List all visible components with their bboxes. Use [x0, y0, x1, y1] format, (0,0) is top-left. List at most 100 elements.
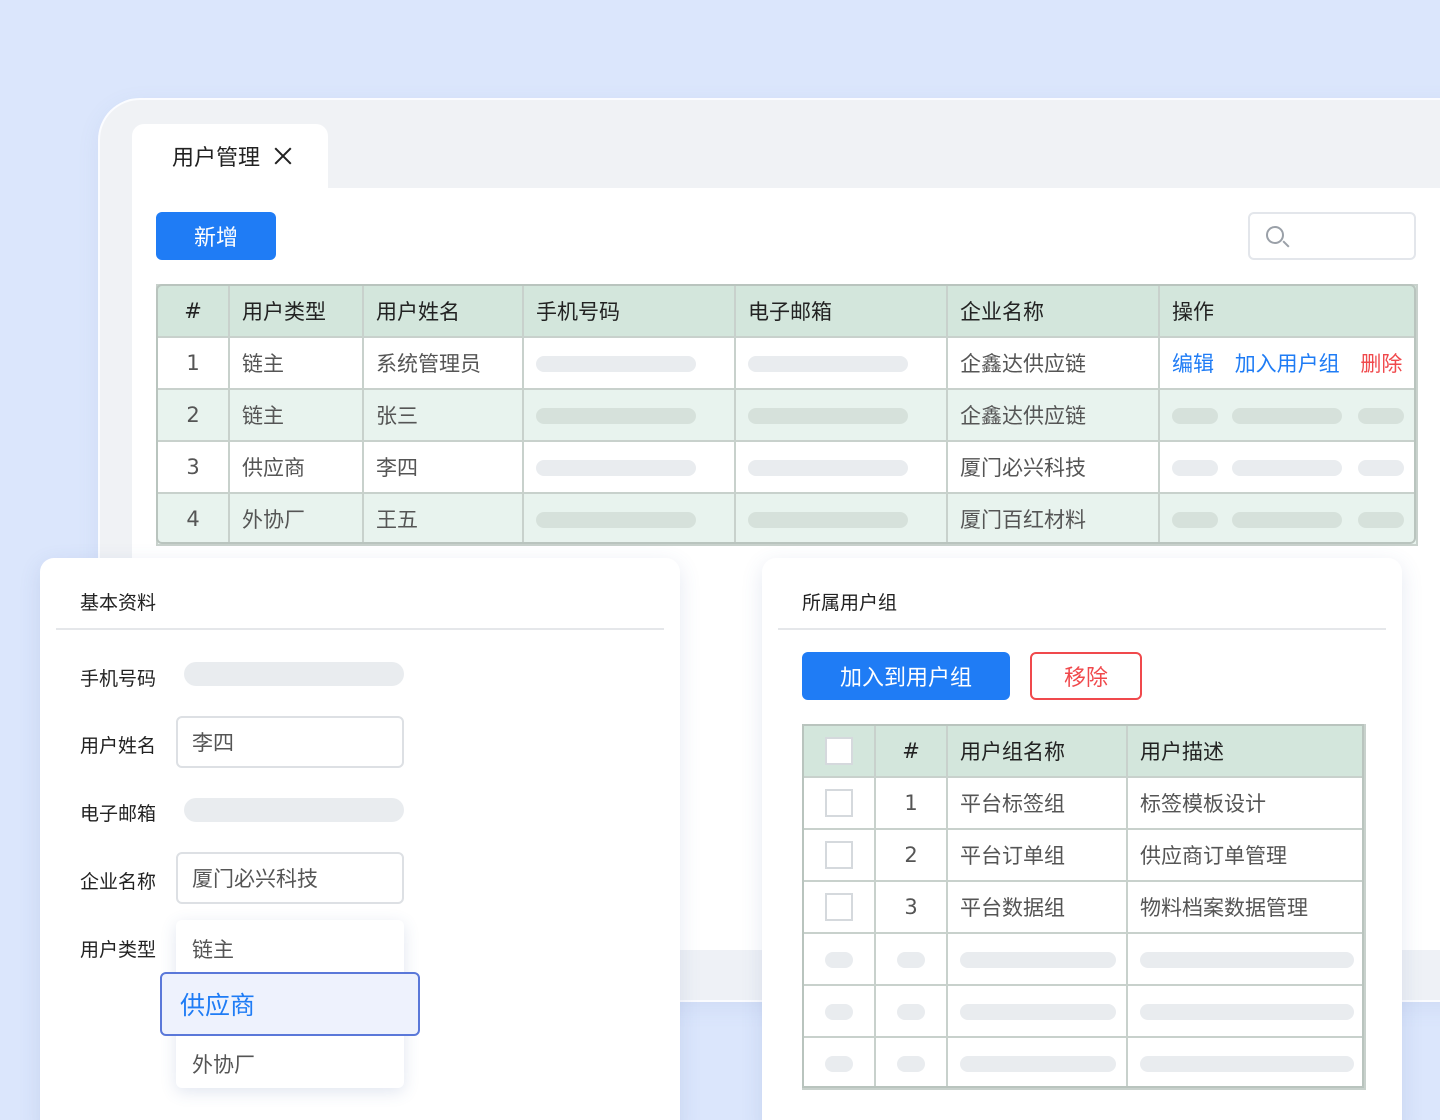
join-group-button[interactable]: 加入到用户组 [802, 652, 1010, 700]
company-cell: 企鑫达供应链 [946, 388, 1160, 442]
column-header: # [156, 284, 230, 338]
group-name-cell: 平台数据组 [946, 880, 1128, 934]
company-cell: 厦门必兴科技 [946, 440, 1160, 494]
placeholder-cell [946, 932, 1128, 986]
table-row[interactable]: 3 平台数据组 物料档案数据管理 [802, 880, 1366, 934]
user-type-cell: 供应商 [228, 440, 364, 494]
email-field[interactable] [184, 798, 404, 822]
table-row [802, 984, 1366, 1038]
placeholder-bar [825, 952, 853, 968]
company-cell: 企鑫达供应链 [946, 336, 1160, 390]
column-header: 用户姓名 [362, 284, 524, 338]
phone-cell [522, 492, 736, 546]
edit-link[interactable]: 编辑 [1172, 352, 1214, 376]
placeholder-cell [1126, 1036, 1366, 1090]
name-field[interactable]: 李四 [176, 716, 404, 768]
phone-field[interactable] [184, 662, 404, 686]
actions-cell: 编辑 加入用户组 删除 [1158, 336, 1418, 390]
row-checkbox[interactable] [825, 789, 853, 817]
row-checkbox[interactable] [825, 893, 853, 921]
table-row[interactable]: 2 平台订单组 供应商订单管理 [802, 828, 1366, 882]
column-header: 操作 [1158, 284, 1418, 338]
tab-user-management[interactable]: 用户管理 [132, 124, 328, 188]
search-icon [1266, 226, 1284, 244]
email-cell [734, 336, 948, 390]
row-number: 3 [156, 440, 230, 494]
table-row[interactable]: 1 链主 系统管理员 企鑫达供应链 编辑 加入用户组 删除 [156, 336, 1418, 390]
placeholder-bar [1358, 408, 1404, 424]
table-row[interactable]: 3 供应商 李四 厦门必兴科技 [156, 440, 1418, 494]
column-header: 手机号码 [522, 284, 736, 338]
company-cell: 厦门百红材料 [946, 492, 1160, 546]
placeholder-bar [960, 1056, 1116, 1072]
user-type-cell: 链主 [228, 336, 364, 390]
select-all-cell [802, 724, 876, 778]
placeholder-bar [1172, 408, 1218, 424]
email-cell [734, 492, 948, 546]
row-checkbox[interactable] [825, 841, 853, 869]
add-button[interactable]: 新增 [156, 212, 276, 260]
table-header-row: # 用户组名称 用户描述 [802, 724, 1366, 778]
tab-label: 用户管理 [172, 146, 261, 171]
column-header: 用户类型 [228, 284, 364, 338]
placeholder-bar [536, 356, 696, 372]
table-row[interactable]: 4 外协厂 王五 厦门百红材料 [156, 492, 1418, 546]
checkbox-cell [802, 776, 876, 830]
column-header: 用户描述 [1126, 724, 1366, 778]
close-icon[interactable] [272, 145, 294, 167]
placeholder-bar [1140, 952, 1354, 968]
groups-title: 所属用户组 [778, 574, 1386, 630]
placeholder-bar [897, 1056, 925, 1072]
column-header: 企业名称 [946, 284, 1160, 338]
users-table: # 用户类型 用户姓名 手机号码 电子邮箱 企业名称 操作 1 链主 系统管理员… [156, 284, 1418, 546]
placeholder-bar [1358, 512, 1404, 528]
email-label: 电子邮箱 [80, 803, 157, 825]
placeholder-bar [1358, 460, 1404, 476]
email-cell [734, 388, 948, 442]
column-header: 电子邮箱 [734, 284, 948, 338]
row-number: 3 [874, 880, 948, 934]
add-to-group-link[interactable]: 加入用户组 [1235, 352, 1340, 376]
group-desc-cell: 标签模板设计 [1126, 776, 1366, 830]
user-name-cell: 李四 [362, 440, 524, 494]
placeholder-bar [1232, 460, 1342, 476]
actions-cell [1158, 492, 1418, 546]
company-field[interactable]: 厦门必兴科技 [176, 852, 404, 904]
table-row[interactable]: 1 平台标签组 标签模板设计 [802, 776, 1366, 830]
name-label: 用户姓名 [80, 735, 157, 757]
phone-cell [522, 336, 736, 390]
placeholder-cell [946, 984, 1128, 1038]
delete-link[interactable]: 删除 [1360, 352, 1402, 376]
placeholder-bar [536, 408, 696, 424]
placeholder-bar [1172, 460, 1218, 476]
user-type-cell: 外协厂 [228, 492, 364, 546]
placeholder-bar [1232, 512, 1342, 528]
placeholder-bar [960, 1004, 1116, 1020]
placeholder-bar [536, 512, 696, 528]
placeholder-cell [802, 984, 876, 1038]
table-row [802, 1036, 1366, 1090]
placeholder-cell [802, 1036, 876, 1090]
company-label: 企业名称 [80, 871, 157, 893]
placeholder-bar [825, 1056, 853, 1072]
user-name-cell: 系统管理员 [362, 336, 524, 390]
dropdown-option-chain-owner[interactable]: 链主 [192, 934, 234, 964]
placeholder-cell [874, 984, 948, 1038]
placeholder-cell [802, 932, 876, 986]
basic-info-title: 基本资料 [56, 574, 664, 630]
user-type-label: 用户类型 [80, 939, 157, 961]
select-all-checkbox[interactable] [825, 737, 853, 765]
placeholder-cell [874, 1036, 948, 1090]
placeholder-bar [897, 952, 925, 968]
search-input[interactable] [1248, 212, 1416, 260]
row-number: 2 [874, 828, 948, 882]
column-header: # [874, 724, 948, 778]
dropdown-option-supplier[interactable]: 供应商 [160, 972, 420, 1036]
remove-button[interactable]: 移除 [1030, 652, 1142, 700]
placeholder-bar [960, 952, 1116, 968]
dropdown-option-subcontractor[interactable]: 外协厂 [192, 1049, 255, 1079]
row-number: 1 [156, 336, 230, 390]
group-name-cell: 平台订单组 [946, 828, 1128, 882]
placeholder-bar [1172, 512, 1218, 528]
table-row[interactable]: 2 链主 张三 企鑫达供应链 [156, 388, 1418, 442]
